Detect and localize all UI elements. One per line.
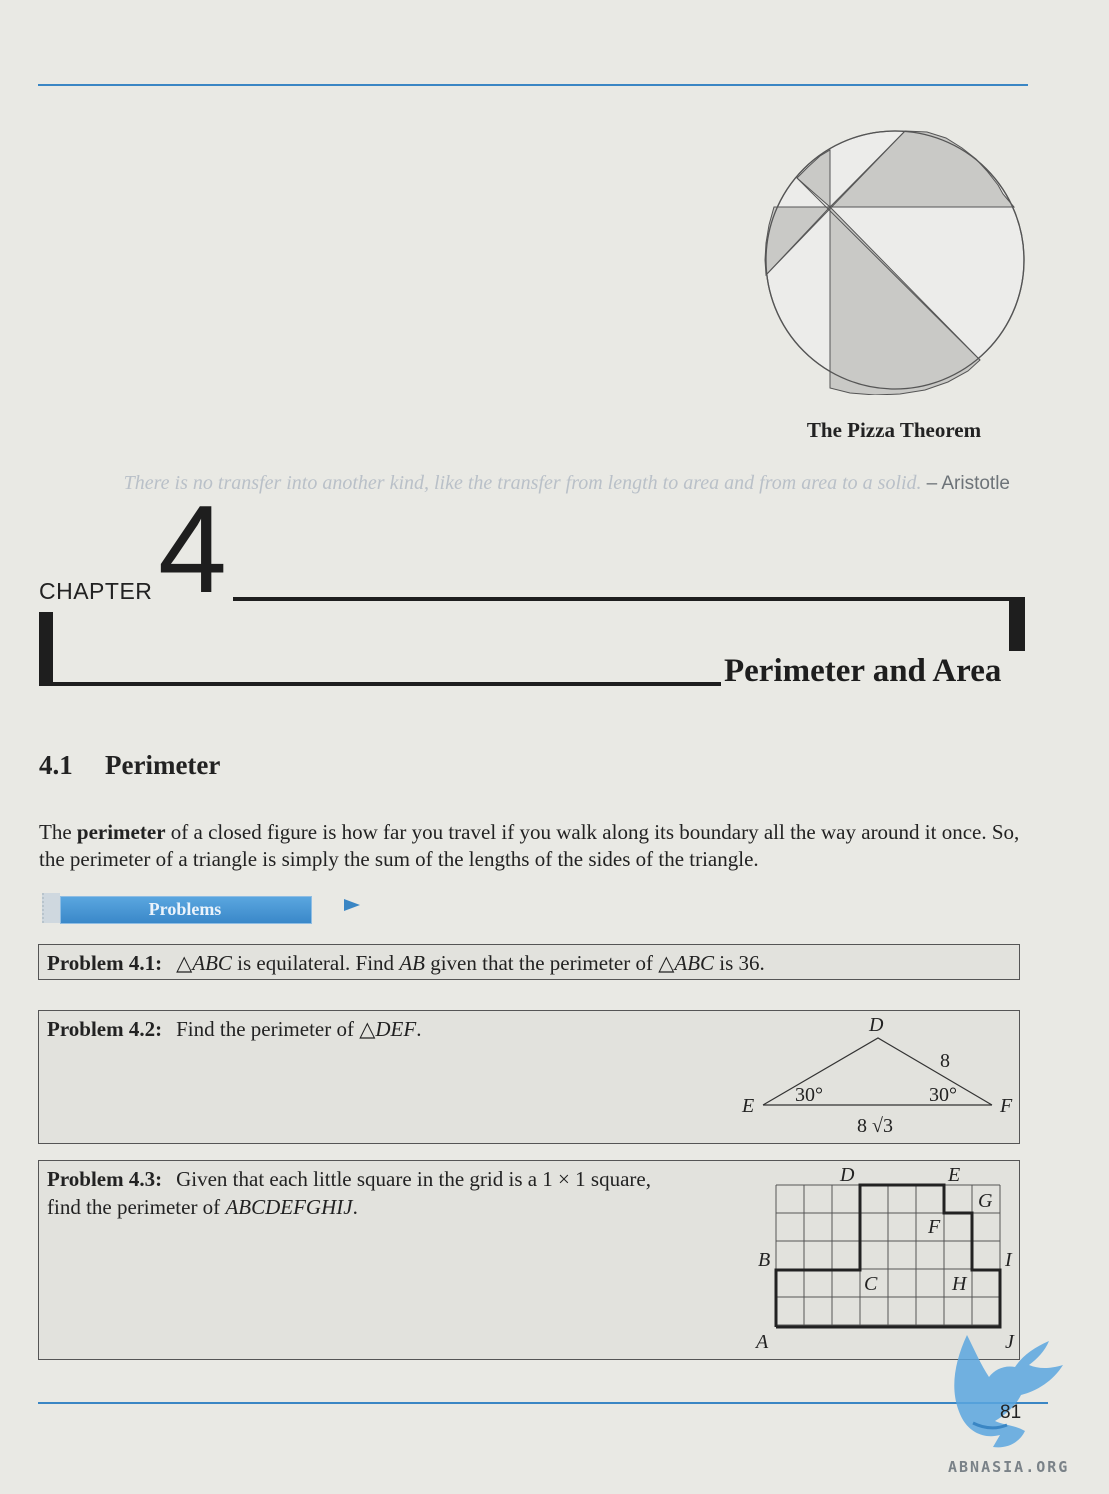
problem-variable: AB: [399, 951, 425, 975]
problem-text-part: .: [416, 1017, 422, 1041]
problem-variable: ABCDEFGHIJ: [225, 1195, 353, 1219]
problem-text-part: is 36.: [714, 951, 765, 975]
grid-label-e: E: [947, 1164, 960, 1186]
problem-text: Problem 4.1: △ABC is equilateral. Find AB…: [47, 949, 765, 977]
problem-text-part: Given that each little square in the gri…: [176, 1167, 651, 1191]
vertex-label-d: D: [868, 1014, 884, 1036]
arrow-right-icon: [344, 899, 360, 911]
grid-label-h: H: [951, 1273, 968, 1295]
epigraph-author: – Aristotle: [926, 473, 1010, 494]
angle-label-f: 30°: [929, 1084, 957, 1106]
top-rule: [38, 84, 1028, 86]
grid-label-g: G: [978, 1190, 993, 1212]
problem-text: Problem 4.3: Given that each little squar…: [47, 1165, 651, 1221]
epigraph-quote: There is no transfer into another kind, …: [123, 472, 922, 494]
problem-text-part: Find the perimeter of △: [176, 1017, 376, 1041]
problem-variable: ABC: [192, 951, 232, 975]
section-heading: 4.1 Perimeter: [39, 750, 220, 781]
problems-banner-edge: [42, 893, 60, 923]
angle-label-e: 30°: [795, 1084, 823, 1106]
chapter-rule-left: [39, 612, 53, 686]
problem-text-part: given that the perimeter of △: [424, 951, 675, 975]
problem-variable: ABC: [674, 951, 715, 975]
problem-box: Problem 4.1: △ABC is equilateral. Find AB…: [38, 944, 1020, 980]
grid-label-c: C: [864, 1273, 878, 1295]
problems-banner: Problems: [42, 891, 312, 925]
problem-label: Problem 4.3:: [47, 1167, 163, 1191]
grid-label-a: A: [754, 1331, 769, 1353]
section-title: Perimeter: [105, 750, 221, 780]
pizza-theorem-figure: [764, 130, 1025, 395]
intro-text-after: of a closed figure is how far you travel…: [39, 820, 1020, 871]
intro-text-before: The: [39, 820, 77, 844]
problem-text: Problem 4.2: Find the perimeter of △DEF.: [47, 1015, 421, 1043]
chapter-rule-top: [233, 597, 1025, 601]
section-number: 4.1: [39, 750, 73, 780]
grid-label-b: B: [758, 1249, 770, 1271]
problem-text-part: find the perimeter of: [47, 1195, 226, 1219]
problem-variable: DEF: [375, 1017, 417, 1041]
side-label-ef: 8 √3: [857, 1115, 893, 1137]
grid-label-d: D: [839, 1164, 855, 1186]
problems-banner-label: Problems: [148, 899, 222, 919]
grid-label-f: F: [927, 1216, 941, 1238]
problem-label: Problem 4.2:: [47, 1017, 163, 1041]
chapter-rule-right: [1009, 597, 1025, 651]
chapter-number: 4: [158, 481, 227, 619]
chapter-word: CHAPTER: [39, 578, 153, 604]
triangle-def-figure: D E F 8 30° 30° 8 √3: [741, 1014, 1013, 1137]
chapter-title: Perimeter and Area: [724, 653, 1002, 689]
intro-term: perimeter: [76, 820, 166, 844]
grid-label-i: I: [1004, 1249, 1013, 1271]
problem-text-part: is equilateral. Find: [231, 951, 400, 975]
side-label-df: 8: [940, 1050, 950, 1072]
vertex-label-f: F: [999, 1095, 1013, 1117]
watermark-logo: [954, 1335, 1063, 1448]
vertex-label-e: E: [741, 1095, 754, 1117]
problem-text-part: .: [352, 1195, 358, 1219]
page-number: 81: [1000, 1402, 1022, 1423]
figure-caption: The Pizza Theorem: [806, 418, 982, 442]
chapter-rule-bottom: [39, 682, 721, 686]
bottom-rule: [38, 1402, 1048, 1404]
watermark-text: ABNASIA.ORG: [948, 1458, 1070, 1476]
problem-text-part: △: [176, 951, 193, 975]
intro-paragraph: The perimeter of a closed figure is how …: [39, 819, 1029, 873]
problem-label: Problem 4.1:: [47, 951, 163, 975]
